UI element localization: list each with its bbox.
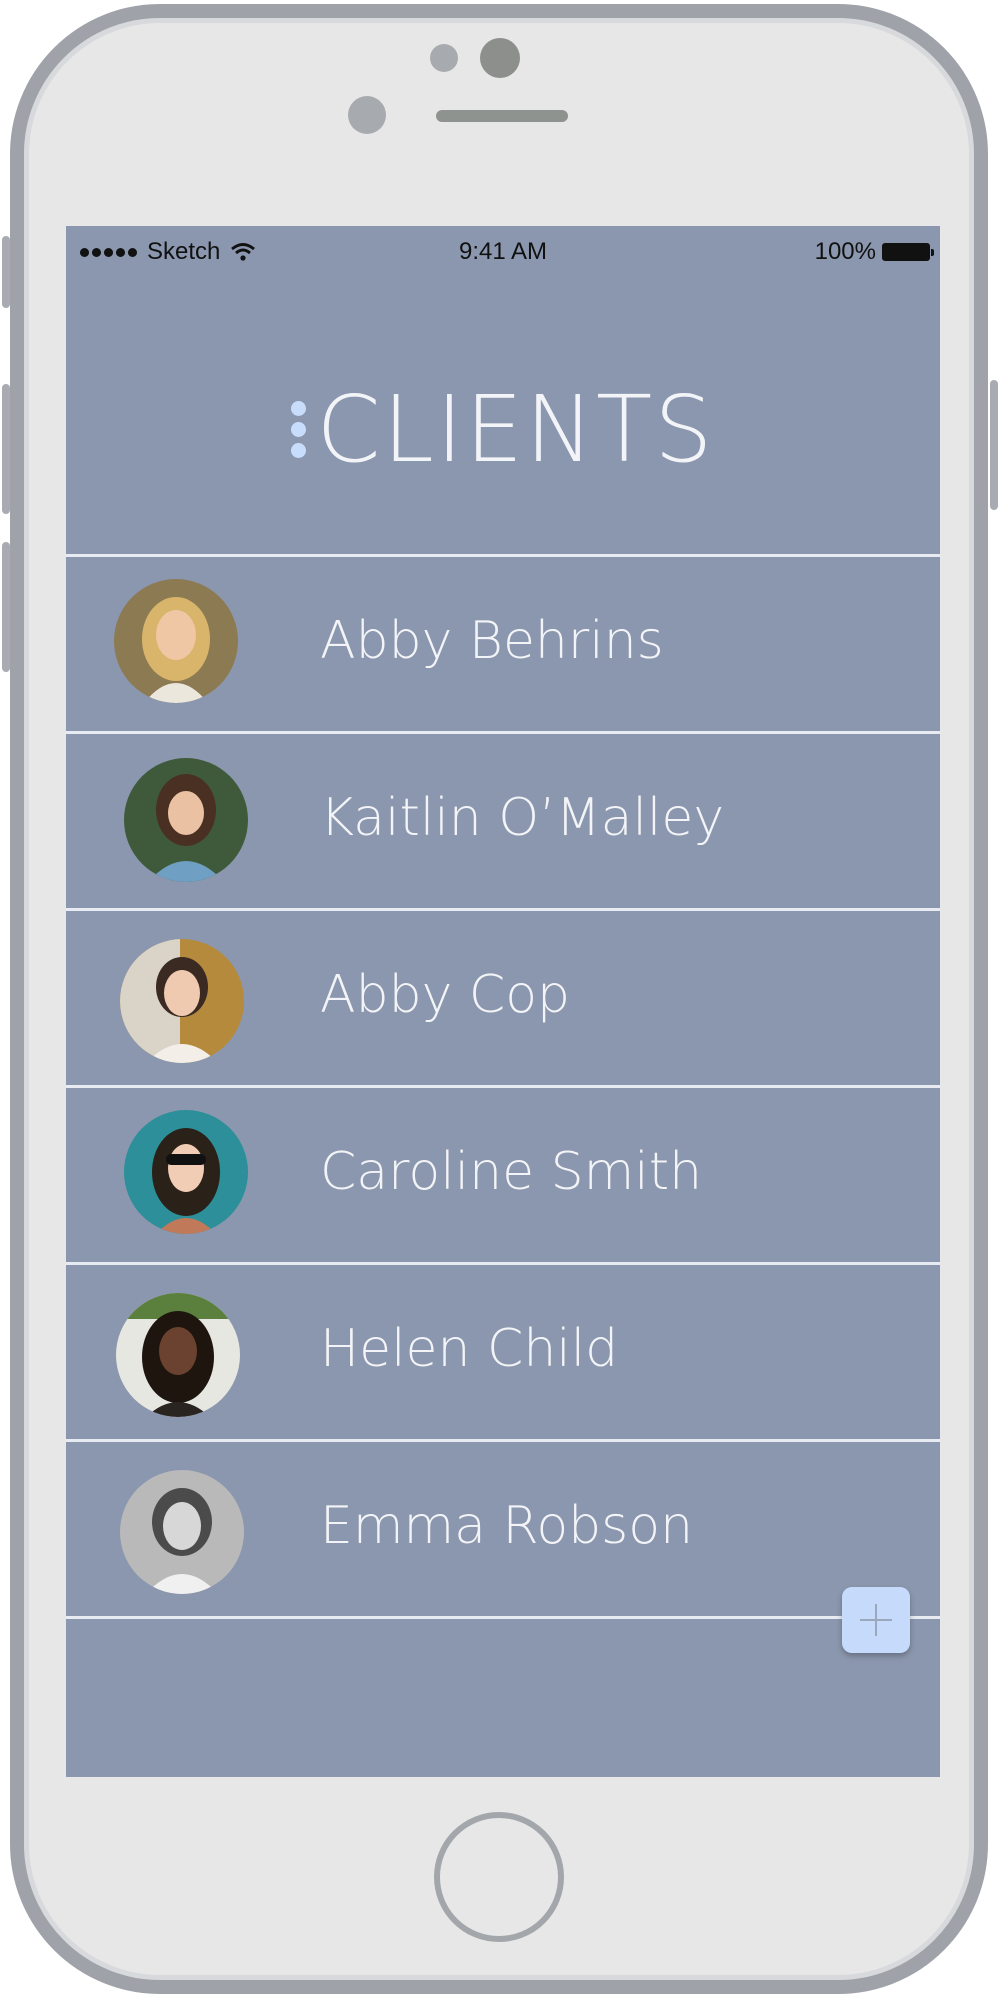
client-name: Caroline Smith <box>320 1142 703 1202</box>
volume-down-button <box>2 542 10 672</box>
battery-icon <box>882 243 934 261</box>
client-row[interactable]: Emma Robson <box>66 1442 940 1619</box>
app-screen: Sketch 9:41 AM 100% CLIENTS Abby Behrins… <box>66 226 940 1777</box>
client-row[interactable]: Helen Child <box>66 1265 940 1442</box>
mute-switch <box>2 236 10 308</box>
avatar <box>116 1293 240 1417</box>
client-name: Abby Behrins <box>320 611 664 671</box>
client-row[interactable]: Caroline Smith <box>66 1088 940 1265</box>
client-name: Kaitlin O’Malley <box>320 788 725 848</box>
volume-up-button <box>2 384 10 514</box>
status-right: 100% <box>814 238 934 266</box>
status-time: 9:41 AM <box>458 238 548 265</box>
avatar <box>120 939 244 1063</box>
avatar <box>124 1110 248 1234</box>
front-camera <box>480 38 520 78</box>
avatar <box>120 1470 244 1594</box>
client-name: Abby Cop <box>320 965 571 1025</box>
light-sensor <box>348 96 386 134</box>
client-list: Abby Behrins Kaitlin O’Malley Abby Cop C… <box>66 554 940 1619</box>
battery-percentage: 100% <box>814 238 876 265</box>
avatar <box>114 579 238 703</box>
status-bar: Sketch 9:41 AM 100% <box>66 226 940 278</box>
client-name: Emma Robson <box>320 1496 694 1556</box>
page-header: CLIENTS <box>66 376 940 483</box>
vertical-dots-icon[interactable] <box>291 401 307 458</box>
avatar <box>124 758 248 882</box>
client-row[interactable]: Abby Cop <box>66 911 940 1088</box>
home-button[interactable] <box>434 1812 564 1942</box>
client-name: Helen Child <box>320 1319 619 1379</box>
power-button <box>990 380 998 510</box>
add-client-button[interactable] <box>842 1587 910 1653</box>
client-row[interactable]: Kaitlin O’Malley <box>66 734 940 911</box>
proximity-sensor <box>430 44 458 72</box>
client-row[interactable]: Abby Behrins <box>66 557 940 734</box>
page-title: CLIENTS <box>316 376 715 483</box>
title-wrap: CLIENTS <box>291 376 714 483</box>
earpiece-speaker <box>436 110 568 122</box>
plus-icon <box>860 1604 892 1636</box>
